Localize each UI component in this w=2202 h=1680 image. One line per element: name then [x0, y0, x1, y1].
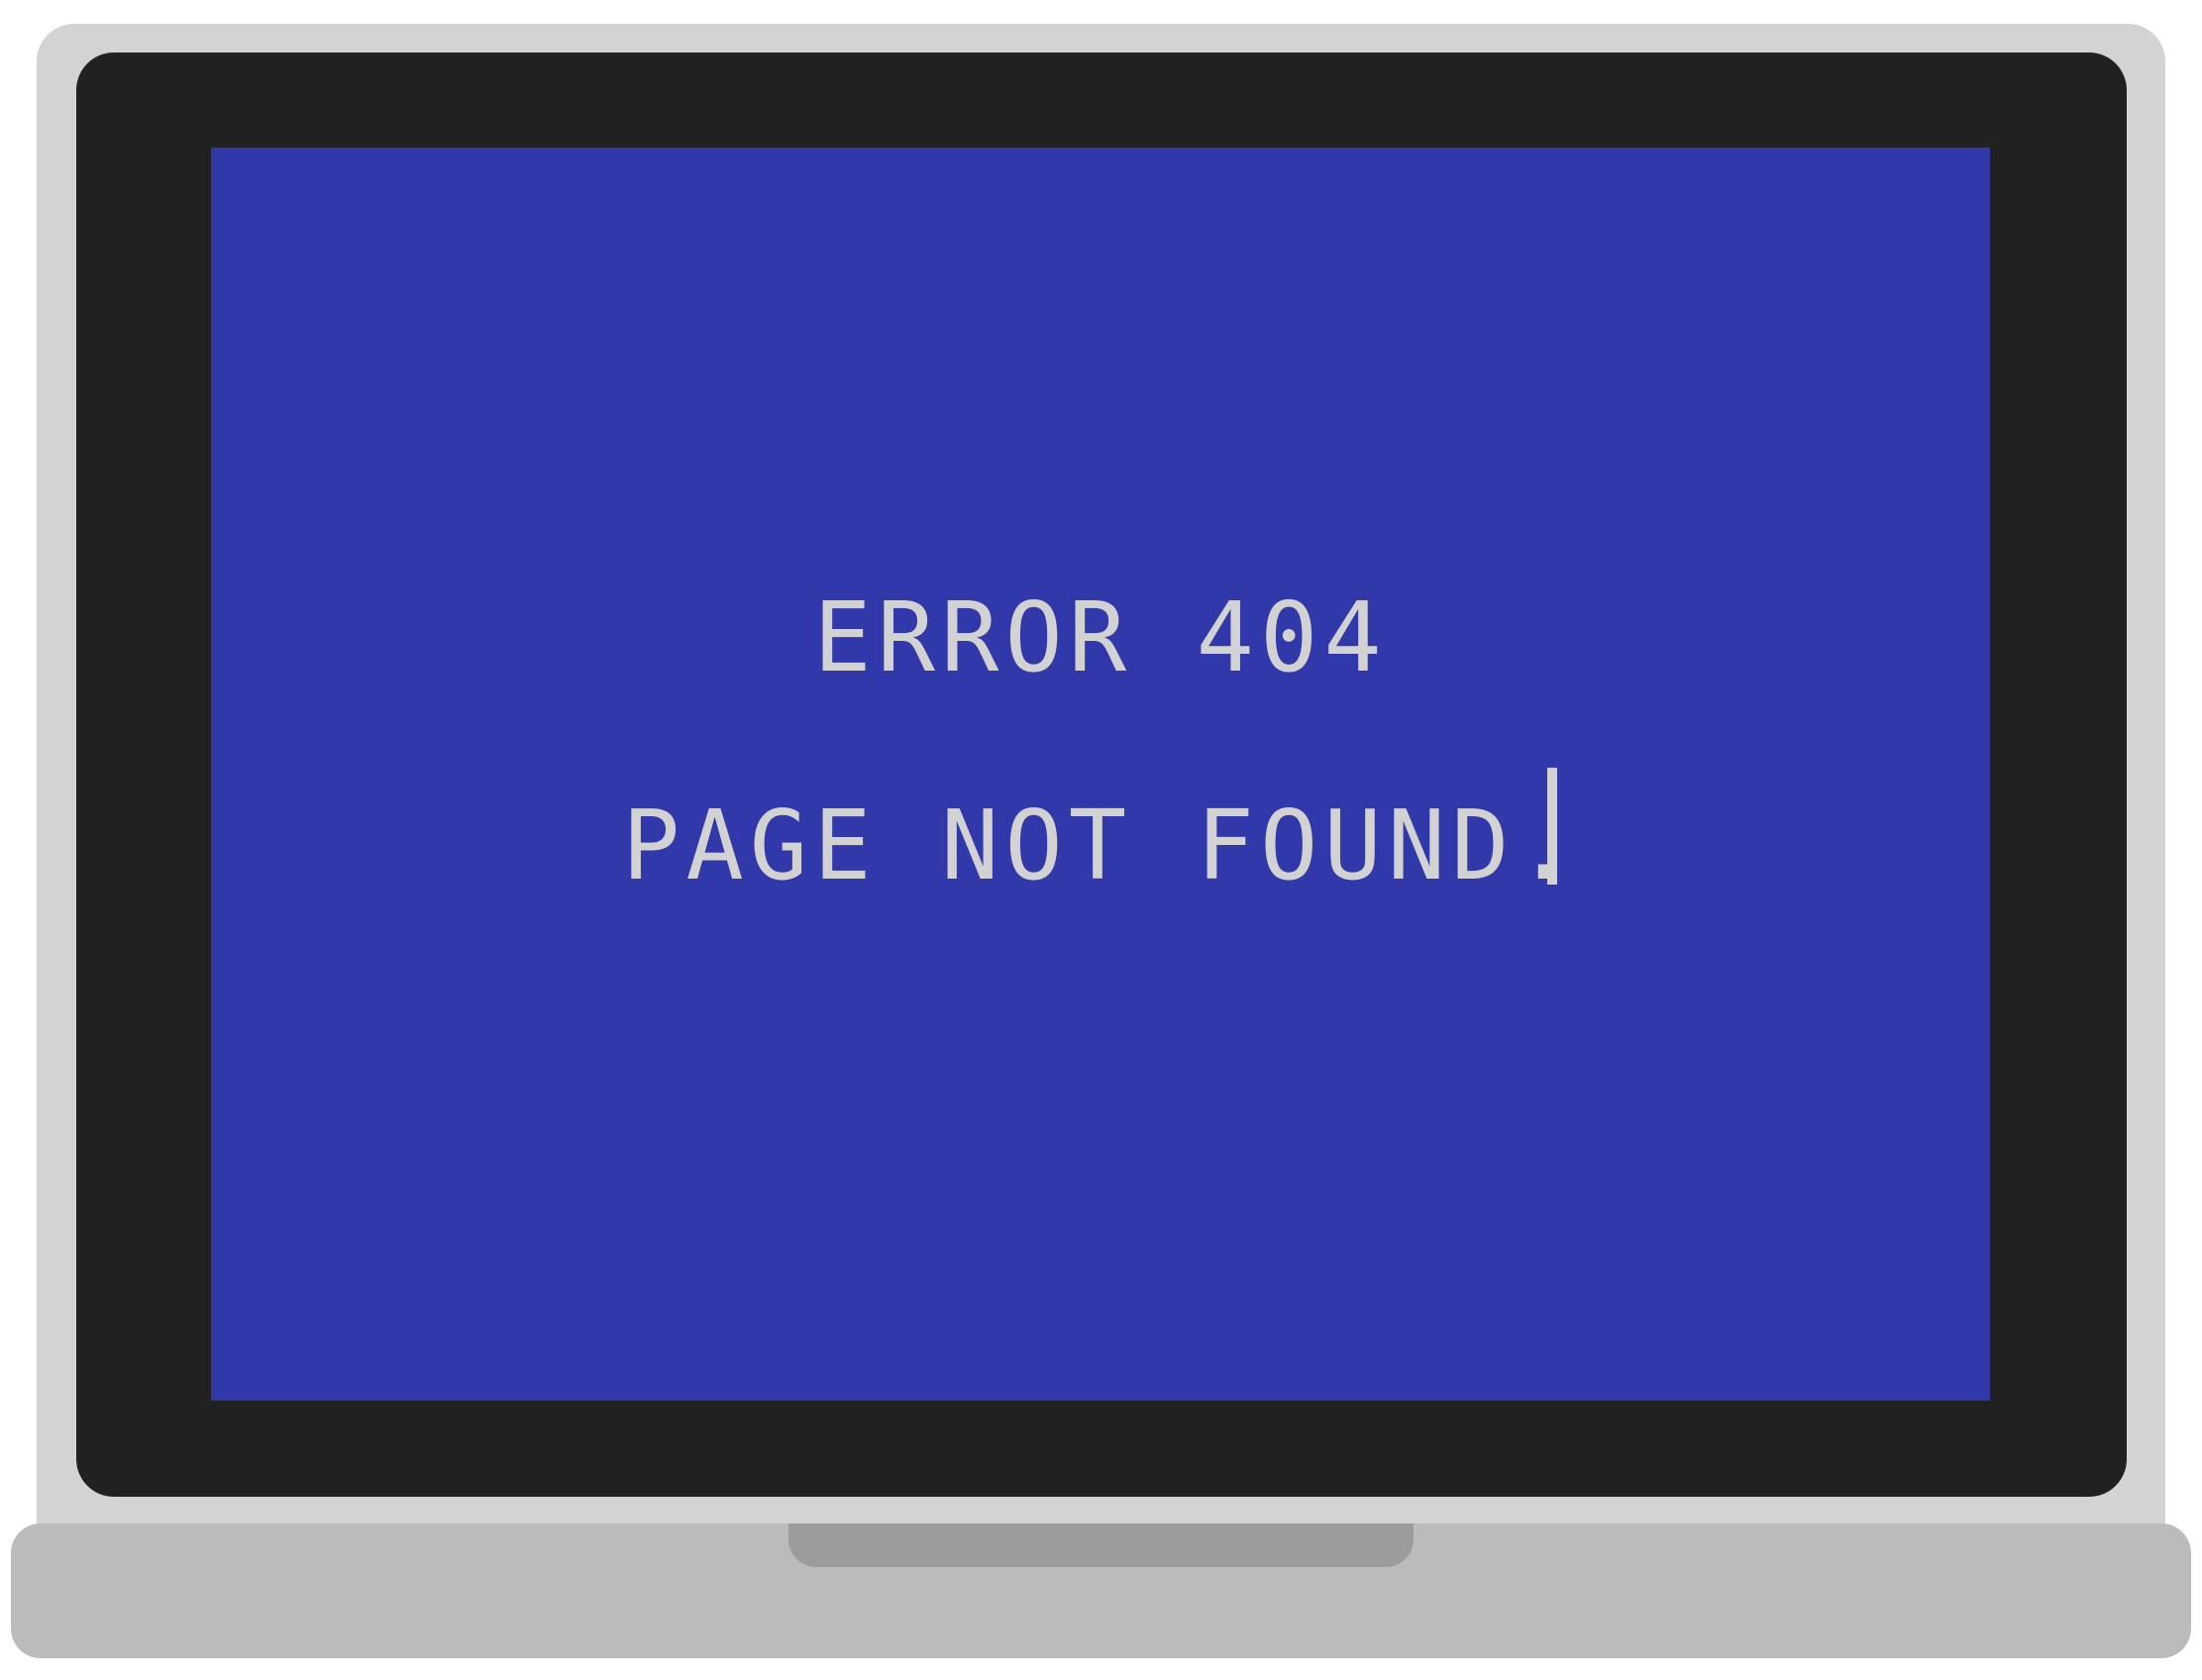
laptop-illustration: ERROR 404 PAGE NOT FOUND. — [0, 0, 2202, 1680]
error-screen: ERROR 404 PAGE NOT FOUND. — [211, 148, 1990, 1401]
error-message: PAGE NOT FOUND. — [622, 789, 1579, 901]
lid-opening-notch — [788, 1523, 1414, 1567]
text-cursor-icon — [1547, 768, 1557, 885]
error-title: ERROR 404 — [813, 581, 1388, 693]
